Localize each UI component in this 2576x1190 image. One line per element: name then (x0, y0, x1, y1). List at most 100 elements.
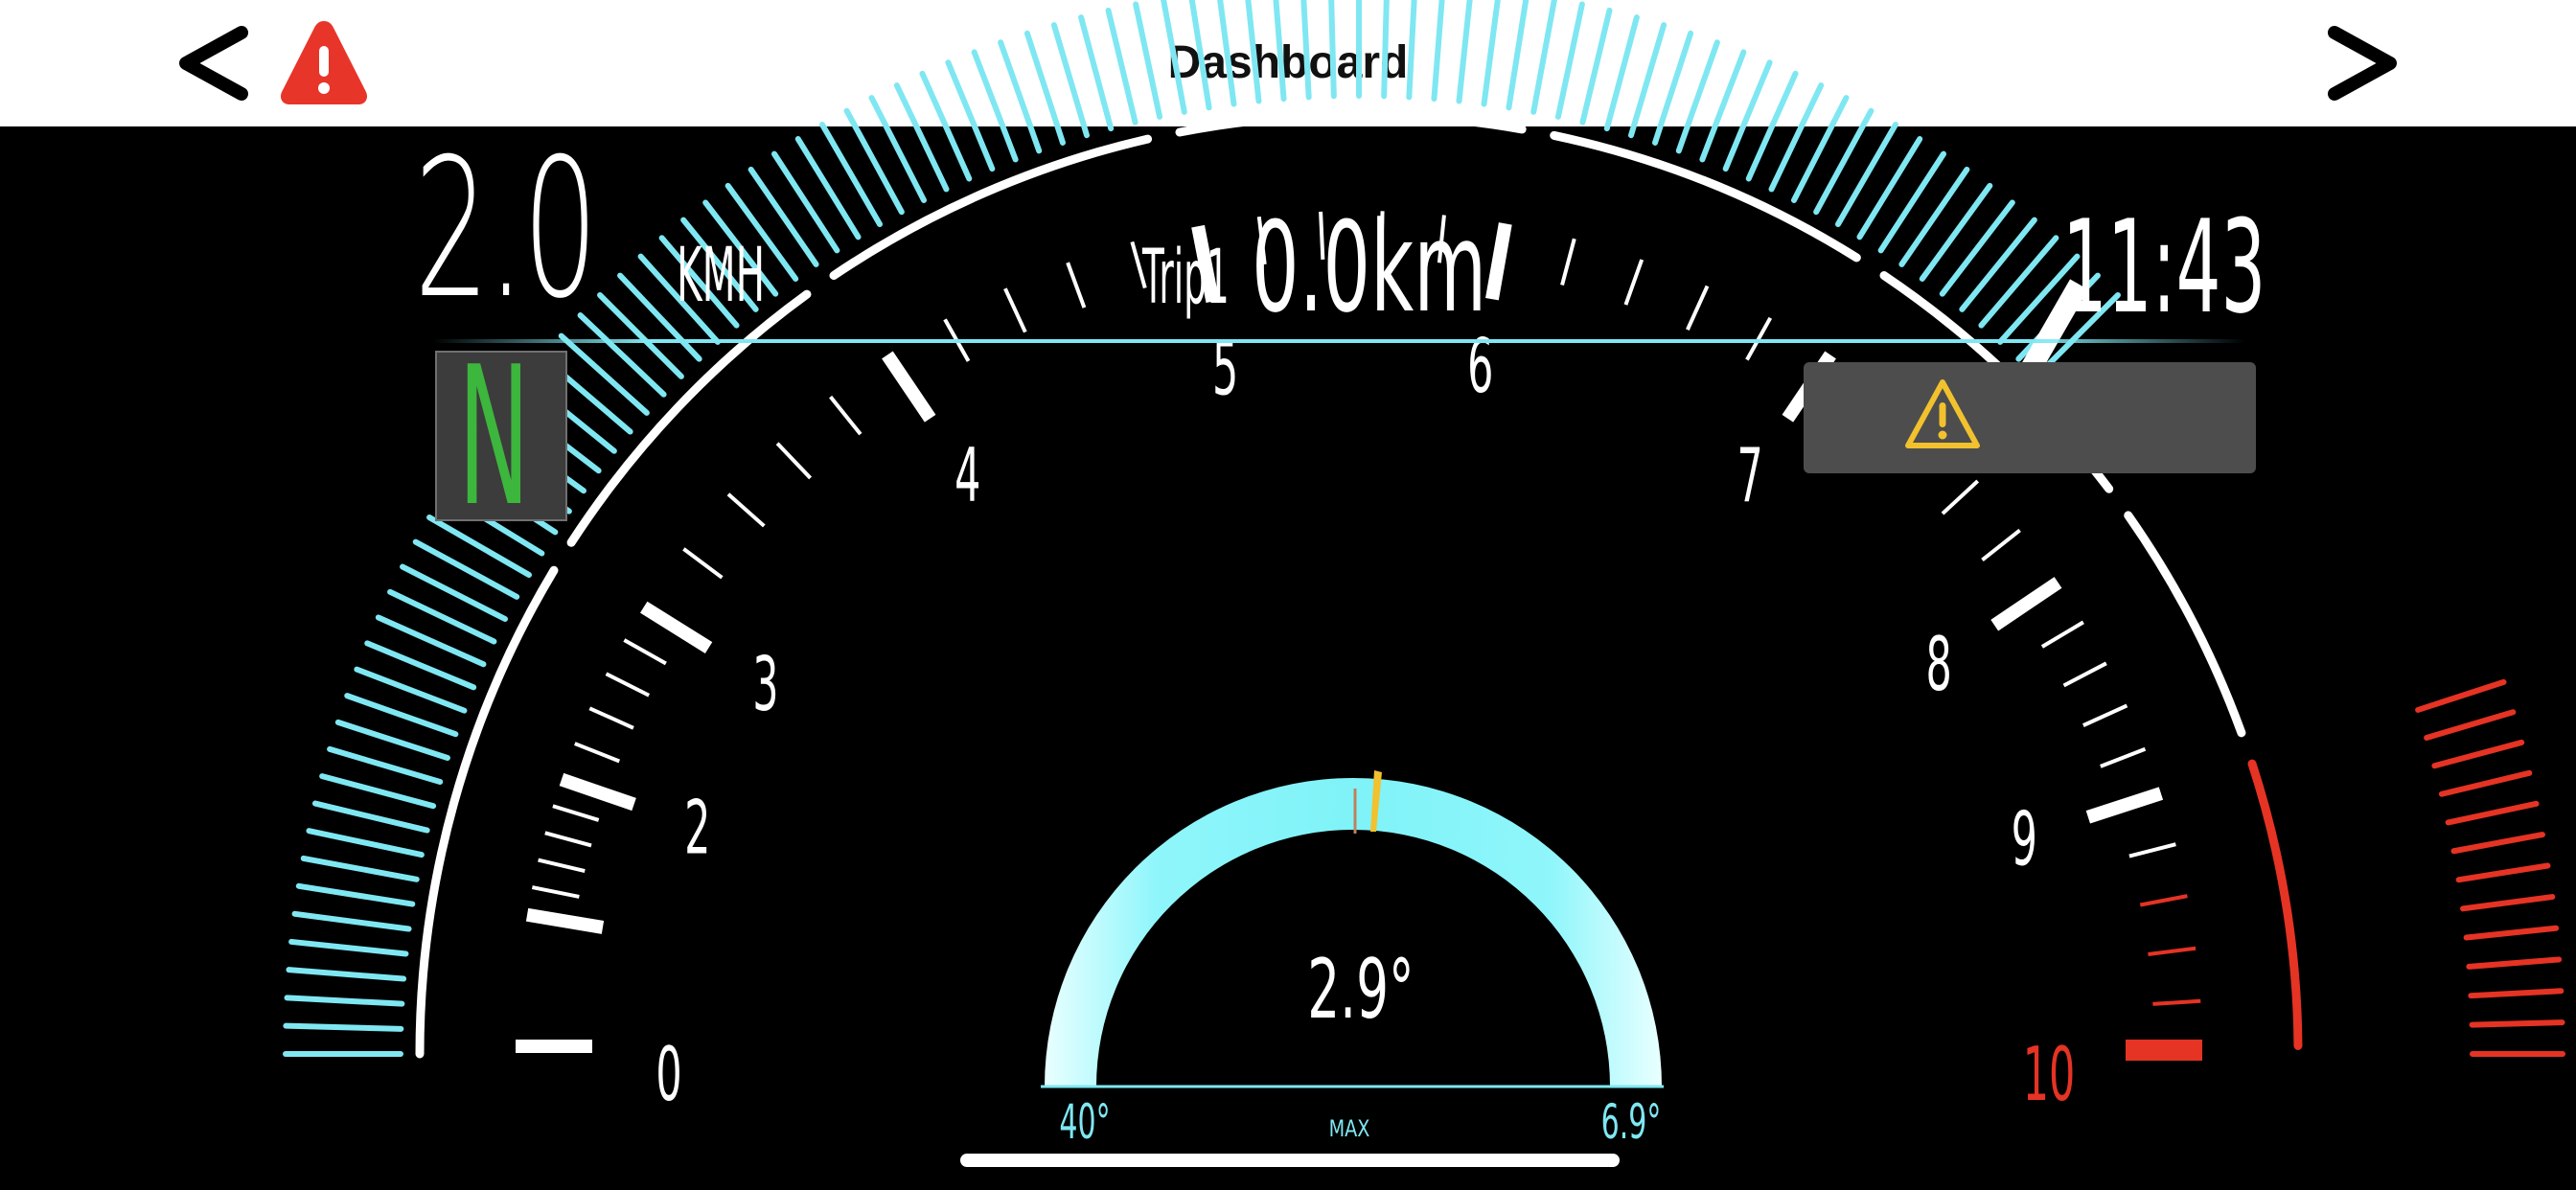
rpm-bar-tick (1813, 107, 1874, 216)
minor-tick (775, 442, 813, 480)
major-tick (525, 907, 605, 934)
redline-bar-tick (2431, 739, 2525, 769)
rpm-bar-tick (283, 1022, 404, 1032)
minor-tick (2139, 894, 2188, 907)
redline-bar-tick (2468, 988, 2564, 999)
gear-indicator: N (435, 351, 567, 521)
main-arc-segment (566, 289, 812, 547)
rpm-bar-tick (1078, 14, 1115, 132)
scale-label: 9 (2012, 796, 2037, 882)
redline-bar-tick (2460, 894, 2556, 912)
rpm-bar-tick (1300, 0, 1312, 101)
scale-label: 7 (1737, 432, 1763, 518)
rpm-bar-tick (1919, 182, 1993, 282)
redline-bar-tick (2455, 862, 2551, 883)
app-root: Dashboard 0 2 3 4 5 6 7 8 9 10 2.9° 40° … (0, 0, 2576, 1190)
minor-tick (588, 706, 634, 730)
rpm-bar-tick (1133, 1, 1163, 120)
lean-angle-value: 2.9° (1307, 942, 1414, 1038)
rpm-bar-tick (400, 563, 508, 623)
rpm-bar-tick (1603, 14, 1640, 132)
scale-label: 0 (656, 1031, 681, 1117)
minor-tick (2040, 620, 2084, 649)
rpm-bar-tick (1628, 22, 1668, 139)
rpm-bar-tick (1431, 0, 1445, 103)
rpm-bar-tick (295, 882, 416, 907)
rpm-bar-tick (387, 588, 497, 645)
rpm-bar-tick (288, 938, 409, 957)
rpm-bar-tick (1554, 1, 1585, 120)
minor-tick (726, 492, 766, 528)
minor-tick (623, 638, 667, 666)
minor-tick (605, 672, 651, 698)
rpm-bar-tick (1381, 0, 1390, 100)
speed-unit: KMH (677, 233, 766, 319)
rpm-bar-tick (286, 967, 407, 982)
rpm-bar-tick (1835, 122, 1898, 227)
minor-tick (2148, 946, 2196, 956)
minor-tick (531, 885, 580, 899)
redline-bar-tick (2415, 678, 2507, 713)
rpm-bar-tick (1481, 0, 1501, 107)
scale-label: 2 (684, 784, 710, 870)
minor-tick (2152, 998, 2201, 1006)
minor-tick (1003, 287, 1027, 333)
rpm-bar-tick (426, 515, 532, 578)
rpm-bar-tick (1456, 0, 1473, 104)
scale-label: 10 (2023, 1031, 2076, 1117)
trip-label: Trip1 (1142, 235, 1230, 321)
lean-angle-gauge: 2.9° 40° 6.9° MAX (1041, 770, 1664, 1150)
clock: 11:43 (2062, 193, 2266, 342)
rpm-bar-tick (1959, 217, 2037, 312)
redline-bar-tick (2438, 769, 2533, 797)
rpm-bar-tick (1978, 235, 2059, 329)
rpm-bar-tick (868, 95, 928, 203)
minor-tick (1981, 528, 2021, 562)
lean-max-label: MAX (1329, 1116, 1370, 1143)
speed-value: 2.0 (414, 118, 598, 341)
minor-tick (574, 742, 621, 764)
redline-bar-tick (2445, 800, 2540, 826)
minor-tick (2128, 842, 2176, 858)
rpm-bar-tick (597, 292, 684, 379)
lean-left-max: 40° (1059, 1094, 1110, 1150)
rpm-bar-tick (1245, 0, 1262, 104)
redline-bar-tick (2466, 956, 2563, 970)
rpm-bar-tick (1768, 82, 1825, 193)
rpm-bar-tick (1579, 7, 1613, 126)
rpm-bar-tick (284, 995, 405, 1007)
rpm-bar-tick (558, 332, 650, 416)
redline-bar-ticks (2415, 678, 2565, 1057)
trip-distance: 0.0km (1252, 195, 1487, 340)
rpm-bar-tick (1530, 0, 1557, 115)
rpm-bar-tick (1217, 0, 1237, 107)
major-tick (1485, 222, 1512, 301)
rpm-bar-tick (1939, 199, 2015, 297)
redline-arc (2247, 759, 2303, 1050)
gear-letter: N (458, 351, 530, 521)
lean-angle-arc (1045, 778, 1662, 1087)
rpm-bar-tick (1790, 95, 1850, 203)
minor-tick (1686, 285, 1710, 331)
scale-label: 3 (752, 641, 778, 727)
minor-tick (2062, 661, 2107, 688)
bottom-slider-bar[interactable] (960, 1154, 1620, 1167)
rpm-bar-tick (412, 538, 520, 600)
warning-icon (1905, 379, 1980, 448)
major-tick (882, 351, 936, 423)
major-tick (559, 772, 636, 812)
rpm-bar-tick (1898, 166, 1970, 267)
redline-bar-tick (2424, 709, 2517, 741)
rpm-bar-tick (1050, 22, 1090, 139)
rpm-bar-tick (1856, 136, 1923, 240)
rpm-bar-tick (771, 150, 840, 254)
rpm-bar-tick (327, 745, 444, 785)
minor-tick (1941, 479, 1980, 515)
rpm-bar-tick (1161, 0, 1187, 115)
minor-tick (1623, 259, 1644, 306)
warning-panel[interactable] (1804, 362, 2256, 473)
rpm-bar-tick (1273, 0, 1287, 103)
rpm-bar-tick (819, 122, 883, 227)
rpm-bar-tick (1188, 0, 1212, 111)
redline-bar-tick (2469, 1019, 2565, 1028)
